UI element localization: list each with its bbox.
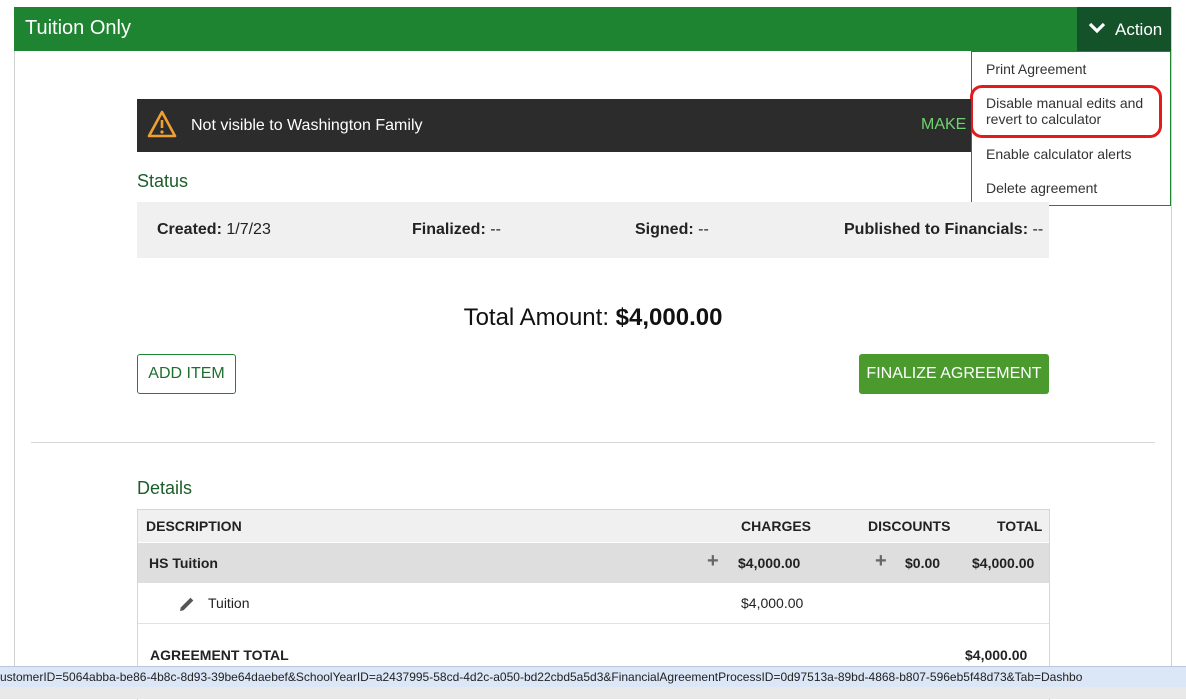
banner-text: Not visible to Washington Family [191,117,423,134]
status-box: Created: 1/7/23 Finalized: -- Signed: --… [137,202,1049,258]
action-button[interactable]: Action [1077,7,1171,51]
chevron-down-icon [1088,22,1106,34]
col-charges: CHARGES [741,518,812,534]
row-divider [138,623,1049,624]
status-signed: Signed: -- [635,221,709,238]
menu-item-print-agreement[interactable]: Print Agreement [986,61,1086,77]
make-visible-link[interactable]: MAKE [921,116,966,134]
status-published: Published to Financials: -- [844,221,1044,238]
add-discount-plus-icon[interactable]: + [875,550,887,573]
status-section-title: Status [137,171,189,191]
page-header: Tuition Only Action [14,7,1171,51]
status-url-bar: ustomerID=5064abba-be86-4b8c-8d93-39be64… [0,666,1186,688]
item-charges: $4,000.00 [741,595,804,611]
col-discounts: DISCOUNTS [868,518,951,534]
total-amount: Total Amount: $4,000.00 [463,304,723,331]
table-row-group: HS Tuition + $4,000.00 + $0.00 $4,000.00 [138,543,1049,583]
page-title: Tuition Only [25,17,131,39]
group-description: HS Tuition [149,555,218,571]
visibility-banner: Not visible to Washington Family MAKE [137,99,971,152]
col-total: TOTAL [997,518,1043,534]
bottom-bar [0,687,1186,699]
details-section-title: Details [137,478,193,498]
pencil-icon[interactable] [178,595,196,613]
status-url: ustomerID=5064abba-be86-4b8c-8d93-39be64… [0,670,1083,684]
status-created: Created: 1/7/23 [157,221,271,238]
menu-item-delete-agreement[interactable]: Delete agreement [986,180,1097,196]
agreement-total-value: $4,000.00 [965,647,1028,663]
group-charges: $4,000.00 [738,555,801,571]
add-item-button[interactable]: ADD ITEM [137,354,236,394]
status-finalized: Finalized: -- [412,221,501,238]
col-description: DESCRIPTION [146,518,242,534]
add-charge-plus-icon[interactable]: + [707,550,719,573]
section-divider [31,442,1155,443]
row-accent [673,583,1049,585]
warning-icon [147,110,177,138]
action-button-label: Action [1115,20,1163,39]
finalize-agreement-button[interactable]: FINALIZE AGREEMENT [859,354,1049,394]
agreement-total-label: AGREEMENT TOTAL [150,647,289,663]
group-total: $4,000.00 [972,555,1035,571]
item-description: Tuition [208,595,250,611]
group-discounts: $0.00 [905,555,941,571]
menu-item-enable-calculator-alerts[interactable]: Enable calculator alerts [986,146,1132,162]
highlight-annotation [970,85,1162,138]
